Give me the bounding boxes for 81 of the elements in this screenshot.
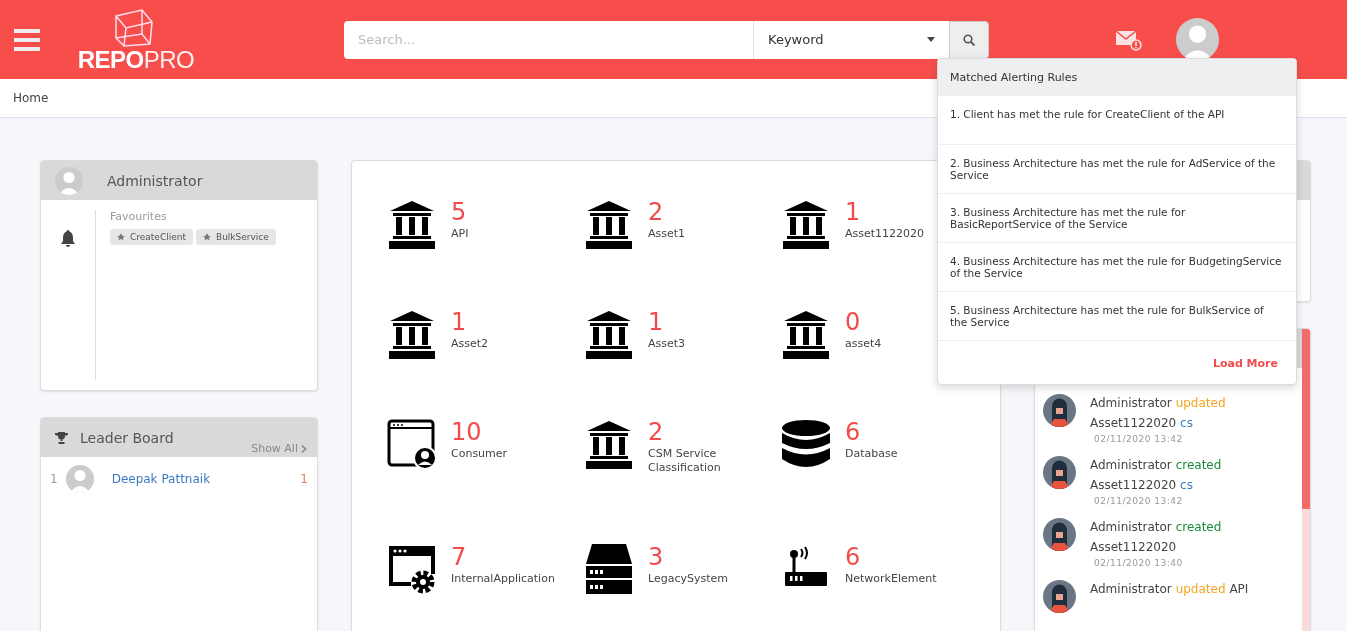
bank-icon bbox=[387, 199, 437, 249]
alert-item[interactable]: 3. Business Architecture has met the rule for BasicReportService of the Service bbox=[938, 194, 1296, 243]
trophy-icon bbox=[55, 431, 68, 444]
caret-down-icon bbox=[927, 37, 935, 42]
rank: 1 bbox=[50, 472, 58, 486]
user-link[interactable]: Deepak Pattnaik bbox=[111, 472, 293, 486]
asset-count[interactable]: 2 bbox=[648, 199, 686, 225]
user-avatar bbox=[1043, 518, 1076, 551]
activity-text: Administrator updated bbox=[1090, 395, 1226, 412]
window-gear-icon bbox=[387, 544, 437, 594]
activity-text: Administrator created bbox=[1090, 519, 1222, 536]
activity-time: 02/11/2020 13:42 bbox=[1093, 496, 1184, 506]
activity-object: Asset1122020 cs bbox=[1090, 415, 1194, 432]
activity-text: Administrator updated API bbox=[1090, 581, 1249, 598]
menu-icon[interactable] bbox=[14, 27, 40, 52]
asset-count[interactable]: 1 bbox=[451, 309, 489, 335]
activity-text: Administrator created bbox=[1090, 457, 1222, 474]
bank-icon bbox=[781, 199, 831, 249]
favourite-chip[interactable]: CreateClient bbox=[110, 229, 193, 245]
asset-type-name[interactable]: Asset3 bbox=[648, 337, 686, 351]
server-icon bbox=[584, 544, 634, 594]
favourite-chip[interactable]: BulkService bbox=[195, 229, 276, 245]
asset-count[interactable]: 7 bbox=[451, 544, 555, 570]
asset-type-name[interactable]: LegacySystem bbox=[648, 572, 728, 586]
asset-count[interactable]: 2 bbox=[648, 419, 758, 445]
search-icon bbox=[963, 33, 975, 46]
favourites-label: Favourites bbox=[110, 210, 168, 223]
asset-type-name[interactable]: API bbox=[451, 227, 469, 241]
activity-time: 02/11/2020 13:40 bbox=[1093, 558, 1184, 568]
asset-count[interactable]: 3 bbox=[648, 544, 728, 570]
activity-object: Asset1122020 cs bbox=[1090, 477, 1194, 494]
bell-icon[interactable] bbox=[60, 230, 76, 247]
asset-count[interactable]: 0 bbox=[845, 309, 882, 335]
alert-item[interactable]: 1. Client has met the rule for CreateClient of the API bbox=[938, 96, 1296, 145]
asset-type-name[interactable]: Asset1 bbox=[648, 227, 686, 241]
chevron-right-icon bbox=[301, 444, 307, 453]
asset-count[interactable]: 10 bbox=[451, 419, 508, 445]
alerts-title: Matched Alerting Rules bbox=[938, 59, 1296, 96]
asset-type-name[interactable]: Consumer bbox=[451, 447, 508, 461]
asset-type-name[interactable]: NetworkElement bbox=[845, 572, 937, 586]
score: 1 bbox=[300, 472, 308, 486]
asset-type-name[interactable]: asset4 bbox=[845, 337, 882, 351]
logo: REPOPRO bbox=[76, 7, 196, 72]
asset-type-name[interactable]: Asset2 bbox=[451, 337, 489, 351]
bank-icon bbox=[584, 199, 634, 249]
bank-icon bbox=[584, 419, 634, 469]
breadcrumb-item[interactable]: Home bbox=[13, 91, 49, 105]
asset-count[interactable]: 6 bbox=[845, 544, 937, 570]
avatar bbox=[55, 166, 83, 195]
alert-item[interactable]: 5. Business Architecture has met the rule for BulkService of the Service bbox=[938, 292, 1296, 341]
search-field[interactable]: Search... bbox=[344, 20, 753, 59]
star-icon bbox=[202, 233, 211, 241]
asset-count[interactable]: 5 bbox=[451, 199, 469, 225]
search-button[interactable] bbox=[949, 20, 989, 59]
user-avatar bbox=[1043, 580, 1076, 613]
star-icon bbox=[117, 233, 125, 241]
alert-item[interactable]: 2. Business Architecture has met the rule for AdService of the Service bbox=[938, 145, 1296, 194]
activity-object: Asset1122020 bbox=[1090, 539, 1178, 556]
database-icon bbox=[781, 419, 831, 469]
asset-count[interactable]: 1 bbox=[648, 309, 686, 335]
asset-count[interactable]: 6 bbox=[845, 419, 898, 445]
user-avatar bbox=[1043, 456, 1076, 489]
asset-type-name[interactable]: CSM Service Classification bbox=[648, 447, 758, 475]
search-type-dropdown[interactable]: Keyword bbox=[753, 20, 949, 59]
asset-type-name[interactable]: Database bbox=[845, 447, 898, 461]
asset-count[interactable]: 1 bbox=[845, 199, 925, 225]
user-avatar bbox=[1043, 394, 1076, 427]
activity-time: 02/11/2020 13:42 bbox=[1093, 434, 1184, 444]
bank-icon bbox=[584, 309, 634, 359]
mail-alert-icon[interactable] bbox=[1116, 28, 1142, 51]
profile-name: Administrator bbox=[107, 172, 203, 189]
load-more-link[interactable]: Load More bbox=[938, 341, 1296, 384]
asset-type-name[interactable]: Asset1122020 bbox=[845, 227, 925, 241]
bank-icon bbox=[781, 309, 831, 359]
window-user-icon bbox=[387, 419, 437, 469]
bank-icon bbox=[387, 309, 437, 359]
scrollbar[interactable] bbox=[1302, 329, 1310, 631]
leader-board-title: Leader Board bbox=[80, 429, 174, 446]
asset-type-name[interactable]: InternalApplication bbox=[451, 572, 555, 586]
avatar bbox=[65, 465, 94, 493]
alert-item[interactable]: 4. Business Architecture has met the rule for BudgetingService of the Service bbox=[938, 243, 1296, 292]
